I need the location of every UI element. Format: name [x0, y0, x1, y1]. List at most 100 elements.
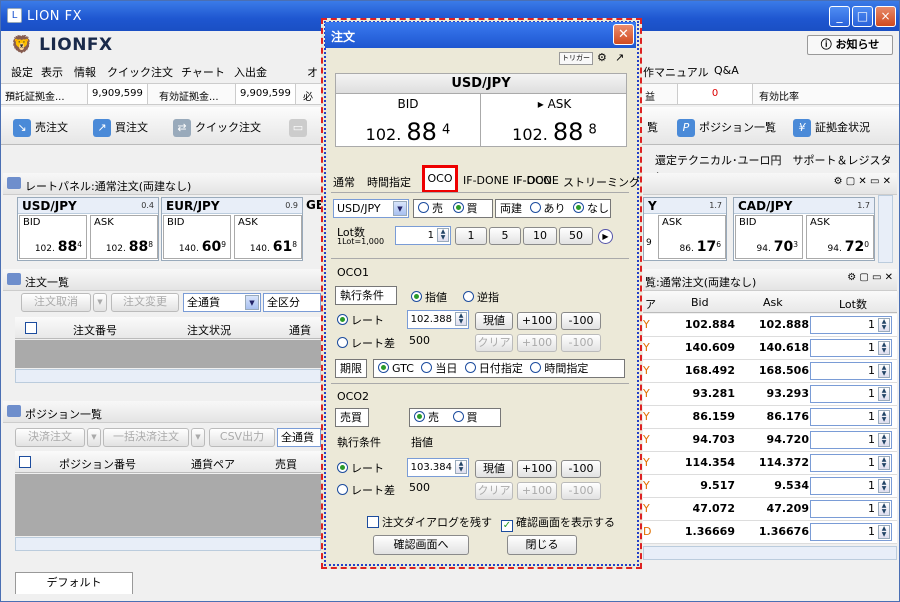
oco2-diff-radio[interactable]: レート差	[337, 482, 395, 498]
lot-input[interactable]: 1 ▲ ▼	[810, 454, 892, 472]
ask-box[interactable]: ASK 94. 720	[806, 215, 874, 259]
select-all-checkbox[interactable]	[25, 322, 40, 335]
oco2-rate-radio[interactable]: レート	[337, 460, 384, 476]
dialog-close-btn[interactable]: 閉じる	[507, 535, 577, 555]
hedge-yes-radio[interactable]: あり	[529, 202, 566, 215]
pair-select[interactable]: USD/JPY ▼	[333, 199, 409, 218]
ask-cell[interactable]: 86.176	[747, 410, 809, 423]
ask-cell[interactable]: 1.36676	[747, 525, 809, 538]
sell-order-button[interactable]: ↘ 売注文	[13, 119, 68, 137]
margin-status-button[interactable]: ¥ 証拠金状況	[793, 119, 870, 137]
dialog-close-button[interactable]: ✕	[613, 24, 634, 45]
order-list-button[interactable]: 覧	[647, 119, 658, 135]
ask-cell[interactable]: 114.372	[747, 456, 809, 469]
bid-cell[interactable]: 140.609	[673, 341, 735, 354]
oco1-rate-input[interactable]: 102.388 ▲ ▼	[407, 310, 469, 329]
oco2-clear-button[interactable]: クリア	[475, 482, 513, 500]
oco2-plus100-disabled[interactable]: +100	[517, 482, 557, 500]
layout-icon[interactable]: ▭	[289, 119, 311, 137]
rate-row[interactable]: Y 114.354 114.372 1 ▲ ▼	[643, 452, 897, 475]
tab-if-oco[interactable]: IF-OCO	[513, 174, 552, 187]
cancel-dropdown[interactable]: ▼	[93, 293, 107, 312]
lot-input[interactable]: 1 ▲ ▼	[810, 431, 892, 449]
rate-row[interactable]: Y 93.281 93.293 1 ▲ ▼	[643, 383, 897, 406]
oco1-current-button[interactable]: 現値	[475, 312, 513, 330]
tab-if-done[interactable]: IF-DONE	[463, 174, 509, 187]
ask-cell[interactable]: 94.720	[747, 433, 809, 446]
lot-more-icon[interactable]: ▶	[598, 229, 613, 244]
bid-box[interactable]: BID 102. 884	[19, 215, 87, 259]
ask-box[interactable]: ASK 140. 618	[234, 215, 302, 259]
menu-quick-order[interactable]: クイック注文	[107, 64, 173, 80]
rate-row[interactable]: Y 9.517 9.534 1 ▲ ▼	[643, 475, 897, 498]
notice-button[interactable]: ⓘ お知らせ	[807, 35, 893, 55]
buy-order-button[interactable]: ↗ 買注文	[93, 119, 148, 137]
expiry-gtc-radio[interactable]: GTC	[378, 362, 414, 375]
bid-cell[interactable]: 93.281	[673, 387, 735, 400]
oco2-minus100-disabled[interactable]: -100	[561, 482, 601, 500]
hedge-no-radio[interactable]: なし	[573, 202, 609, 215]
bid-cell[interactable]: 86.159	[673, 410, 735, 423]
rate-tile-eurjpy[interactable]: EUR/JPY 0.9 BID 140. 609 ASK 140. 618	[161, 197, 303, 261]
order-currency-select[interactable]: 全通貨 ▼	[183, 293, 261, 312]
rate-tile-usdjpy[interactable]: USD/JPY 0.4 BID 102. 884 ASK 102. 888	[17, 197, 159, 261]
lot-input[interactable]: 1 ▲ ▼	[810, 408, 892, 426]
modify-order-button[interactable]: 注文変更	[111, 293, 179, 312]
quick-order-button[interactable]: ⇄ クイック注文	[173, 119, 261, 137]
dialog-ask-price[interactable]: ▸ ASK 102. 88 8	[482, 94, 627, 147]
oco2-rate-input[interactable]: 103.384 ▲ ▼	[407, 458, 469, 477]
buy-radio[interactable]: 買	[452, 202, 478, 215]
menu-settings[interactable]: 設定	[11, 64, 33, 80]
oco1-diff-radio[interactable]: レート差	[337, 335, 395, 351]
rate-row[interactable]: Y 94.703 94.720 1 ▲ ▼	[643, 429, 897, 452]
bid-cell[interactable]: 102.884	[673, 318, 735, 331]
panel-window-controls[interactable]: ⚙ ▢ ✕ ▭ ✕	[834, 176, 891, 187]
oco1-rate-radio[interactable]: レート	[337, 312, 384, 328]
oco2-sell-radio[interactable]: 売	[414, 411, 439, 424]
ask-cell[interactable]: 93.293	[747, 387, 809, 400]
oco2-current-button[interactable]: 現値	[475, 460, 513, 478]
pin-icon[interactable]: ↗	[615, 51, 624, 64]
lot-input[interactable]: 1 ▲ ▼	[810, 316, 892, 334]
select-all-positions-checkbox[interactable]	[19, 456, 34, 469]
cancel-order-button[interactable]: 注文取消	[21, 293, 91, 312]
bid-cell[interactable]: 94.703	[673, 433, 735, 446]
ask-box[interactable]: ASK 86. 176	[658, 215, 726, 259]
oco1-limit-radio[interactable]: 指値	[411, 289, 447, 305]
keep-dialog-checkbox[interactable]: 注文ダイアログを残す	[367, 514, 492, 530]
menu-qa[interactable]: Q&A	[714, 64, 739, 77]
ask-cell[interactable]: 47.209	[747, 502, 809, 515]
menu-partial[interactable]: オ	[307, 64, 318, 80]
oco1-clear-button[interactable]: クリア	[475, 334, 513, 352]
menu-deposit[interactable]: 入出金	[234, 64, 267, 80]
position-currency-select[interactable]: 全通貨	[277, 428, 321, 447]
settle-dropdown[interactable]: ▼	[87, 428, 101, 447]
rate-row[interactable]: Y 168.492 168.506 1 ▲ ▼	[643, 360, 897, 383]
rate-row[interactable]: D 1.36669 1.36676 1 ▲ ▼	[643, 521, 897, 544]
dialog-bid-price[interactable]: BID 102. 88 4	[336, 94, 481, 147]
position-list-button[interactable]: P ポジション一覧	[677, 119, 776, 137]
rate-row[interactable]: Y 140.609 140.618 1 ▲ ▼	[643, 337, 897, 360]
expiry-time-radio[interactable]: 時間指定	[530, 362, 588, 375]
oco1-plus100-disabled[interactable]: +100	[517, 334, 557, 352]
bid-cell[interactable]: 9.517	[673, 479, 735, 492]
tab-time[interactable]: 時間指定	[367, 174, 411, 190]
lot-1-button[interactable]: 1	[455, 227, 487, 245]
oco2-buy-radio[interactable]: 買	[452, 411, 478, 424]
trigger-button[interactable]: トリガー	[559, 52, 593, 65]
maximize-button[interactable]: □	[852, 6, 873, 27]
bid-box[interactable]: BID 140. 609	[163, 215, 231, 259]
menu-info[interactable]: 情報	[74, 64, 96, 80]
tab-oco[interactable]: OCO	[422, 165, 458, 193]
minimize-button[interactable]: _	[829, 6, 850, 27]
ask-cell[interactable]: 102.888	[747, 318, 809, 331]
rate-row[interactable]: Y 102.884 102.888 1 ▲ ▼	[643, 314, 897, 337]
menu-view[interactable]: 表示	[41, 64, 63, 80]
gear-icon[interactable]: ⚙	[597, 51, 607, 64]
oco1-plus100-button[interactable]: +100	[517, 312, 557, 330]
lot-input[interactable]: 1 ▲ ▼	[810, 339, 892, 357]
order-list-hscroll[interactable]	[15, 369, 321, 383]
rate-tile-right-1[interactable]: Y 1.7 ASK 86. 176 9	[643, 197, 727, 261]
lot-input[interactable]: 1 ▲ ▼	[810, 500, 892, 518]
show-confirm-checkbox[interactable]: ✓ 確認画面を表示する	[501, 514, 615, 532]
